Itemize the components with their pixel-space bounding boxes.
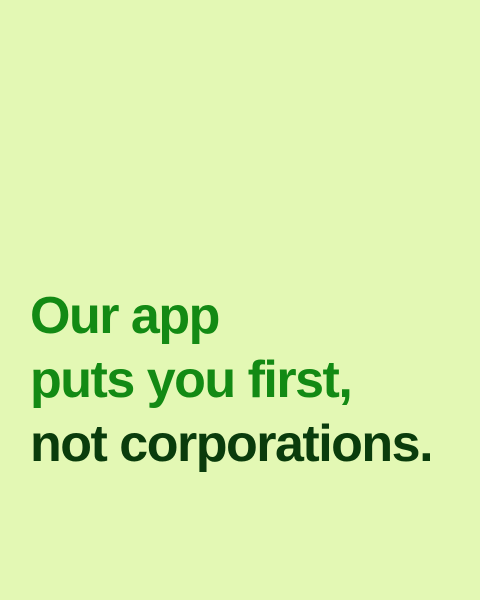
headline-line-3: not corporations.: [30, 415, 434, 473]
headline-line-2: puts you first,: [30, 351, 353, 409]
headline-line-1: Our app: [30, 287, 220, 345]
screen: { "headline": { "line1": "Our app", "lin…: [0, 0, 480, 600]
headline: Our app puts you first, not corporations…: [30, 284, 434, 476]
